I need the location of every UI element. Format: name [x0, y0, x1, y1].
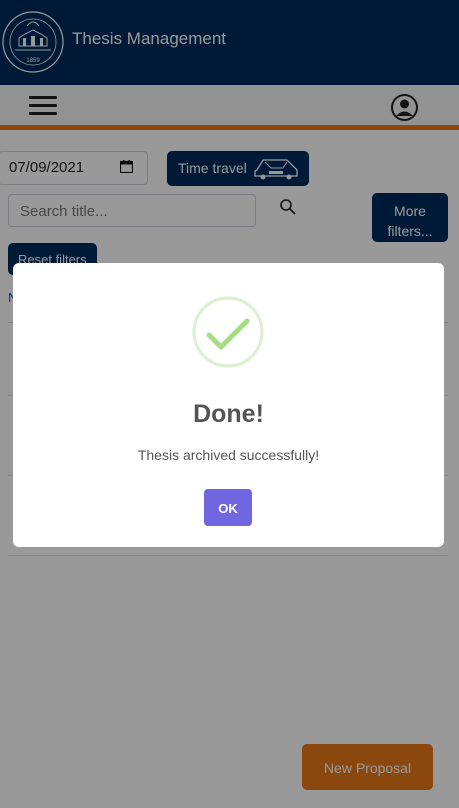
success-dialog: Done! Thesis archived successfully! OK	[13, 263, 444, 547]
dialog-title: Done!	[193, 400, 264, 428]
dialog-message: Thesis archived successfully!	[137, 447, 320, 463]
success-check-icon	[192, 296, 264, 368]
ok-button[interactable]: OK	[204, 489, 252, 526]
